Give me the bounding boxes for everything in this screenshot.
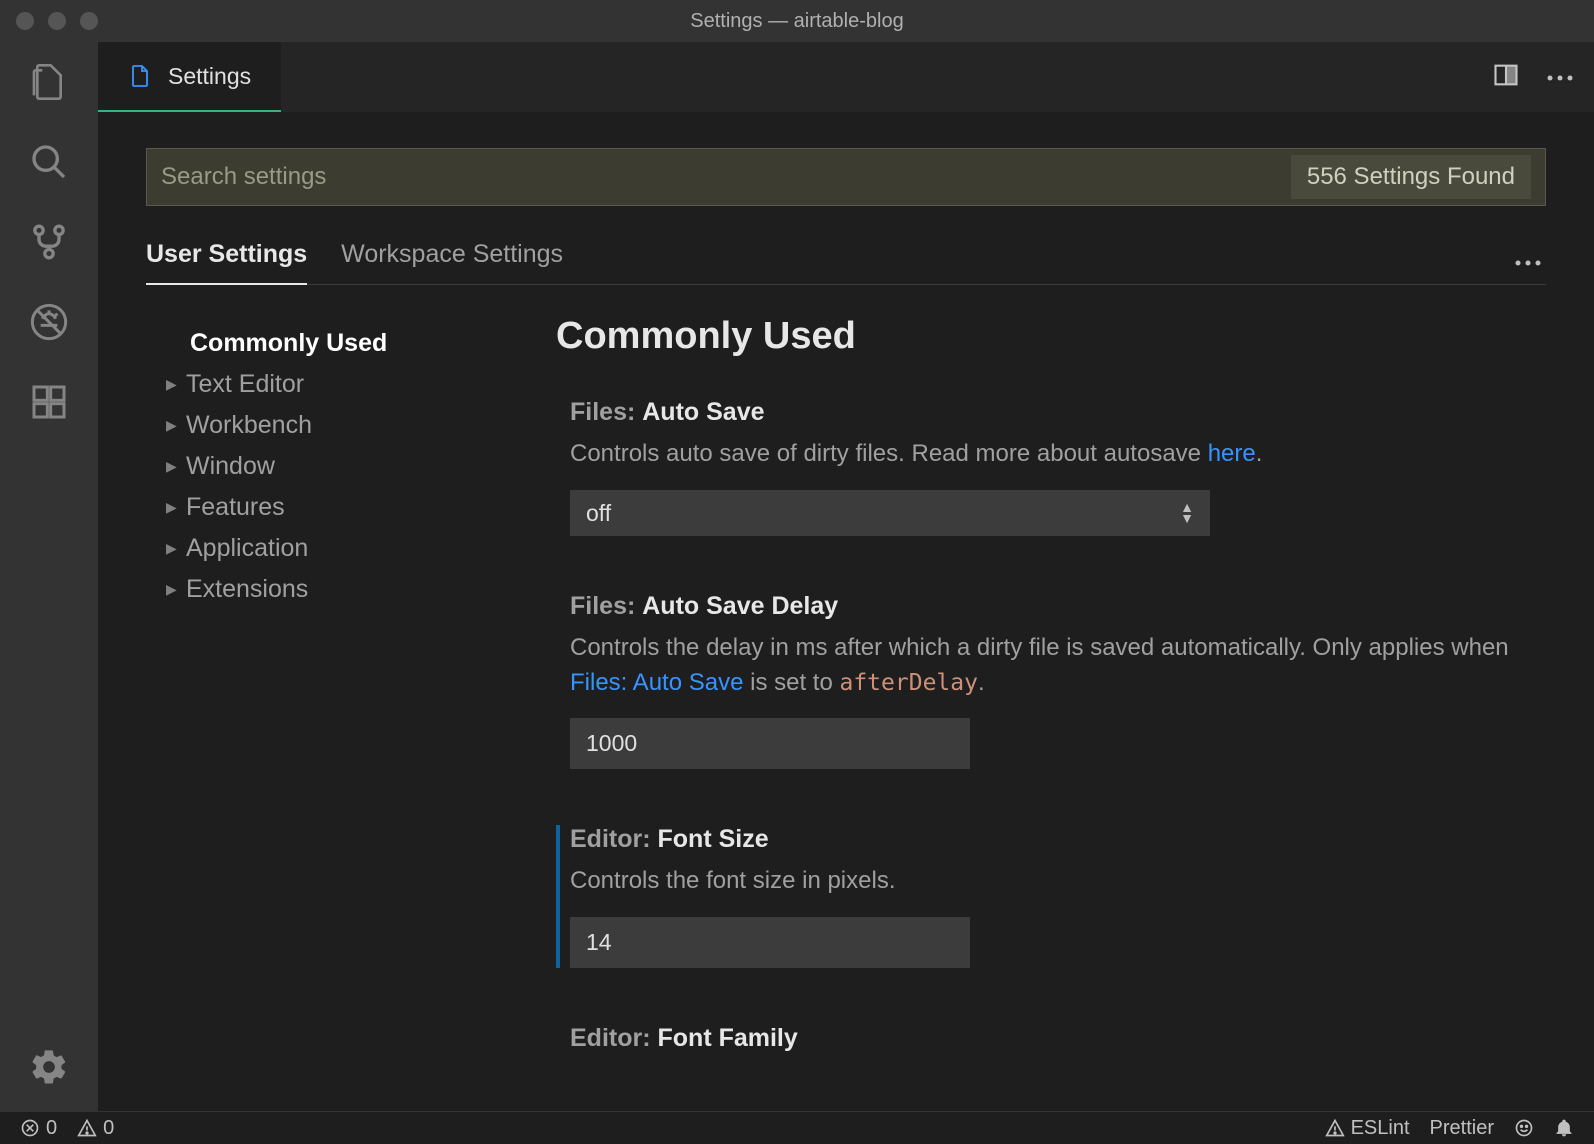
auto-save-delay-input[interactable] xyxy=(570,718,970,769)
setting-title: Files: Auto Save xyxy=(570,398,1526,427)
setting-font-size: Editor: Font Size Controls the font size… xyxy=(556,825,1526,968)
debug-disabled-icon[interactable] xyxy=(29,302,69,342)
setting-font-family: Editor: Font Family xyxy=(556,1024,1526,1053)
status-bell-icon[interactable] xyxy=(1554,1118,1574,1138)
toc-window[interactable]: ▶Window xyxy=(166,446,526,487)
settings-more-icon[interactable] xyxy=(1514,252,1542,273)
tab-user-settings[interactable]: User Settings xyxy=(146,240,307,285)
settings-toc: Commonly Used ▶Text Editor ▶Workbench ▶W… xyxy=(146,309,526,1111)
settings-search-box[interactable]: 556 Settings Found xyxy=(146,148,1546,206)
close-window-button[interactable] xyxy=(16,12,34,30)
editor-more-icon[interactable] xyxy=(1546,67,1574,88)
chevron-right-icon: ▶ xyxy=(166,581,176,598)
auto-save-setting-link[interactable]: Files: Auto Save xyxy=(570,669,743,696)
status-prettier[interactable]: Prettier xyxy=(1430,1117,1494,1140)
auto-save-select[interactable]: off xyxy=(570,490,1210,536)
setting-description: Controls the font size in pixels. xyxy=(570,864,1526,899)
setting-auto-save: Files: Auto Save Controls auto save of d… xyxy=(556,398,1526,536)
tab-workspace-settings[interactable]: Workspace Settings xyxy=(341,240,563,285)
chevron-right-icon: ▶ xyxy=(166,417,176,434)
explorer-icon[interactable] xyxy=(29,62,69,102)
font-size-input[interactable] xyxy=(570,917,970,968)
setting-title: Files: Auto Save Delay xyxy=(570,592,1526,621)
settings-search-input[interactable] xyxy=(161,163,1291,191)
autosave-docs-link[interactable]: here xyxy=(1208,440,1256,467)
status-eslint[interactable]: ESLint xyxy=(1325,1117,1410,1140)
section-heading: Commonly Used xyxy=(556,315,1526,358)
setting-title: Editor: Font Family xyxy=(570,1024,1526,1053)
setting-title: Editor: Font Size xyxy=(570,825,1526,854)
toc-text-editor[interactable]: ▶Text Editor xyxy=(166,364,526,405)
toc-features[interactable]: ▶Features xyxy=(166,487,526,528)
setting-auto-save-delay: Files: Auto Save Delay Controls the dela… xyxy=(556,592,1526,770)
activity-bar xyxy=(0,42,98,1111)
status-bar: 0 0 ESLint Prettier xyxy=(0,1111,1594,1144)
status-warnings[interactable]: 0 xyxy=(77,1117,114,1140)
extensions-icon[interactable] xyxy=(29,382,69,422)
search-icon[interactable] xyxy=(29,142,69,182)
setting-description: Controls auto save of dirty files. Read … xyxy=(570,437,1526,472)
source-control-icon[interactable] xyxy=(29,222,69,262)
settings-count-badge: 556 Settings Found xyxy=(1291,155,1531,199)
maximize-window-button[interactable] xyxy=(80,12,98,30)
tab-settings[interactable]: Settings xyxy=(98,42,281,112)
settings-gear-icon[interactable] xyxy=(29,1047,69,1087)
editor-tabs-row: Settings xyxy=(98,42,1594,112)
titlebar: Settings — airtable-blog xyxy=(0,0,1594,42)
chevron-right-icon: ▶ xyxy=(166,458,176,475)
setting-description: Controls the delay in ms after which a d… xyxy=(570,631,1526,701)
toc-extensions[interactable]: ▶Extensions xyxy=(166,569,526,610)
split-editor-icon[interactable] xyxy=(1492,61,1520,94)
toc-application[interactable]: ▶Application xyxy=(166,528,526,569)
chevron-right-icon: ▶ xyxy=(166,499,176,516)
toc-workbench[interactable]: ▶Workbench xyxy=(166,405,526,446)
window-title: Settings — airtable-blog xyxy=(690,10,903,33)
chevron-right-icon: ▶ xyxy=(166,376,176,393)
minimize-window-button[interactable] xyxy=(48,12,66,30)
chevron-right-icon: ▶ xyxy=(166,540,176,557)
status-errors[interactable]: 0 xyxy=(20,1117,57,1140)
status-feedback-icon[interactable] xyxy=(1514,1118,1534,1138)
tab-label: Settings xyxy=(168,63,251,90)
toc-commonly-used[interactable]: Commonly Used xyxy=(166,323,526,364)
file-icon xyxy=(128,64,152,88)
window-controls xyxy=(16,12,98,30)
